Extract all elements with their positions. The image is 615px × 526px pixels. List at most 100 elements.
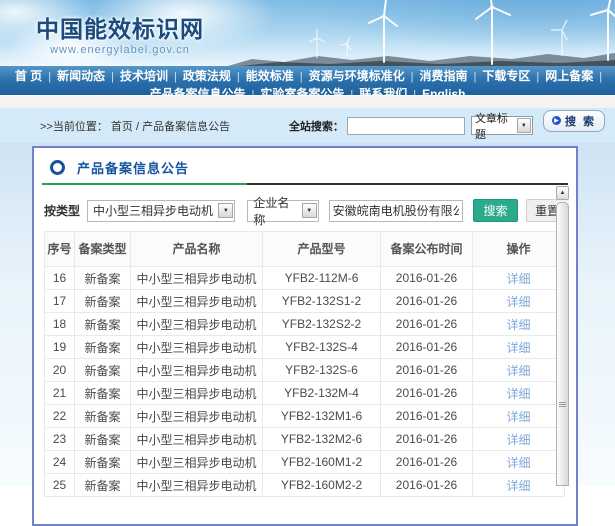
row-date: 2016-01-26 [381, 290, 473, 313]
section-title-row: 产品备案信息公告 [34, 148, 576, 177]
row-action: 详细 [473, 428, 565, 451]
table-row: 21新备案中小型三相异步电动机YFB2-132M-42016-01-26详细 [45, 382, 565, 405]
row-action: 详细 [473, 359, 565, 382]
scrollbar-grip-icon[interactable] [559, 402, 566, 408]
row-model: YFB2-132S-4 [263, 336, 381, 359]
row-date: 2016-01-26 [381, 359, 473, 382]
column-header: 产品型号 [263, 232, 381, 267]
detail-link[interactable]: 详细 [506, 341, 530, 355]
scroll-up-icon[interactable]: ▲ [556, 186, 569, 200]
records-table-header: 序号备案类型产品名称产品型号备案公布时间操作 [45, 232, 565, 267]
row-name: 中小型三相异步电动机 [131, 382, 263, 405]
site-name: 中国能效标识网 [36, 18, 204, 41]
breadcrumb-path[interactable]: 首页 / 产品备案信息公告 [111, 121, 230, 133]
nav-item[interactable]: 网上备案 [545, 69, 593, 83]
site-search-label: 全站搜索： [289, 118, 344, 134]
sub-bar [0, 95, 615, 108]
row-type: 新备案 [75, 359, 131, 382]
row-no: 25 [45, 474, 75, 497]
row-no: 17 [45, 290, 75, 313]
underline-dark-segment [247, 183, 568, 185]
vertical-scrollbar[interactable]: ▲ [556, 186, 569, 486]
row-name: 中小型三相异步电动机 [131, 451, 263, 474]
detail-link[interactable]: 详细 [506, 387, 530, 401]
table-row: 23新备案中小型三相异步电动机YFB2-132M2-62016-01-26详细 [45, 428, 565, 451]
detail-link[interactable]: 详细 [506, 410, 530, 424]
column-header: 备案公布时间 [381, 232, 473, 267]
search-go-icon: ▶ [552, 116, 561, 125]
row-type: 新备案 [75, 405, 131, 428]
company-field-select[interactable]: 企业名称 ▼ [247, 200, 318, 222]
nav-item[interactable]: 资源与环境标准化 [309, 69, 405, 83]
type-select[interactable]: 中小型三相异步电动机 ▼ [87, 200, 235, 222]
site-url: www.energylabel.gov.cn [36, 45, 204, 56]
site-search-category-value: 文章标题 [475, 110, 516, 142]
site-search-button[interactable]: ▶ 搜 索 [543, 110, 605, 132]
underline-green-segment [42, 183, 247, 185]
circle-bullet-icon [50, 160, 65, 175]
table-row: 20新备案中小型三相异步电动机YFB2-132S-62016-01-26详细 [45, 359, 565, 382]
nav-item[interactable]: 政策法规 [183, 69, 231, 83]
detail-link[interactable]: 详细 [506, 456, 530, 470]
nav-separator: | [174, 71, 177, 83]
breadcrumb: >>当前位置： 首页 / 产品备案信息公告 [40, 118, 230, 134]
row-action: 详细 [473, 290, 565, 313]
site-search-button-label: 搜 索 [565, 113, 596, 129]
chevron-down-icon[interactable]: ▼ [302, 203, 317, 218]
detail-link[interactable]: 详细 [506, 295, 530, 309]
row-date: 2016-01-26 [381, 313, 473, 336]
nav-item[interactable]: 能效标准 [246, 69, 294, 83]
detail-link[interactable]: 详细 [506, 433, 530, 447]
chevron-down-icon[interactable]: ▼ [218, 203, 233, 218]
nav-item[interactable]: 技术培训 [120, 69, 168, 83]
row-name: 中小型三相异步电动机 [131, 336, 263, 359]
detail-link[interactable]: 详细 [506, 364, 530, 378]
type-select-value: 中小型三相异步电动机 [93, 202, 213, 219]
table-row: 18新备案中小型三相异步电动机YFB2-132S2-22016-01-26详细 [45, 313, 565, 336]
nav-item[interactable]: 首 页 [15, 69, 42, 83]
main-nav: 首 页|新闻动态|技术培训|政策法规|能效标准|资源与环境标准化|消费指南|下载… [0, 66, 615, 95]
records-table: 序号备案类型产品名称产品型号备案公布时间操作 16新备案中小型三相异步电动机YF… [44, 231, 565, 497]
row-name: 中小型三相异步电动机 [131, 405, 263, 428]
nav-item[interactable]: 新闻动态 [57, 69, 105, 83]
search-button[interactable]: 搜索 [473, 199, 519, 222]
nav-separator: | [599, 71, 602, 83]
table-row: 24新备案中小型三相异步电动机YFB2-160M1-22016-01-26详细 [45, 451, 565, 474]
company-name-input[interactable] [329, 200, 463, 222]
table-row: 25新备案中小型三相异步电动机YFB2-160M2-22016-01-26详细 [45, 474, 565, 497]
detail-link[interactable]: 详细 [506, 318, 530, 332]
chevron-down-icon[interactable]: ▼ [517, 118, 531, 133]
row-no: 23 [45, 428, 75, 451]
row-name: 中小型三相异步电动机 [131, 313, 263, 336]
row-date: 2016-01-26 [381, 382, 473, 405]
row-model: YFB2-112M-6 [263, 267, 381, 290]
records-tbody: 16新备案中小型三相异步电动机YFB2-112M-62016-01-26详细17… [45, 267, 565, 497]
row-type: 新备案 [75, 474, 131, 497]
scrollbar-thumb[interactable] [556, 202, 569, 486]
column-header: 序号 [45, 232, 75, 267]
row-action: 详细 [473, 405, 565, 428]
row-name: 中小型三相异步电动机 [131, 428, 263, 451]
row-no: 20 [45, 359, 75, 382]
nav-item[interactable]: 消费指南 [419, 69, 467, 83]
row-date: 2016-01-26 [381, 405, 473, 428]
table-row: 22新备案中小型三相异步电动机YFB2-132M1-62016-01-26详细 [45, 405, 565, 428]
nav-separator: | [237, 71, 240, 83]
row-action: 详细 [473, 451, 565, 474]
row-type: 新备案 [75, 382, 131, 405]
row-model: YFB2-132M2-6 [263, 428, 381, 451]
site-search-category-select[interactable]: 文章标题 ▼ [471, 116, 533, 135]
nav-separator: | [411, 71, 414, 83]
row-type: 新备案 [75, 290, 131, 313]
row-model: YFB2-132M-4 [263, 382, 381, 405]
site-search-input[interactable] [347, 117, 465, 135]
nav-separator: | [536, 71, 539, 83]
row-action: 详细 [473, 382, 565, 405]
detail-link[interactable]: 详细 [506, 272, 530, 286]
row-date: 2016-01-26 [381, 451, 473, 474]
row-no: 16 [45, 267, 75, 290]
nav-item[interactable]: 下载专区 [482, 69, 530, 83]
table-row: 16新备案中小型三相异步电动机YFB2-112M-62016-01-26详细 [45, 267, 565, 290]
row-date: 2016-01-26 [381, 267, 473, 290]
row-name: 中小型三相异步电动机 [131, 359, 263, 382]
